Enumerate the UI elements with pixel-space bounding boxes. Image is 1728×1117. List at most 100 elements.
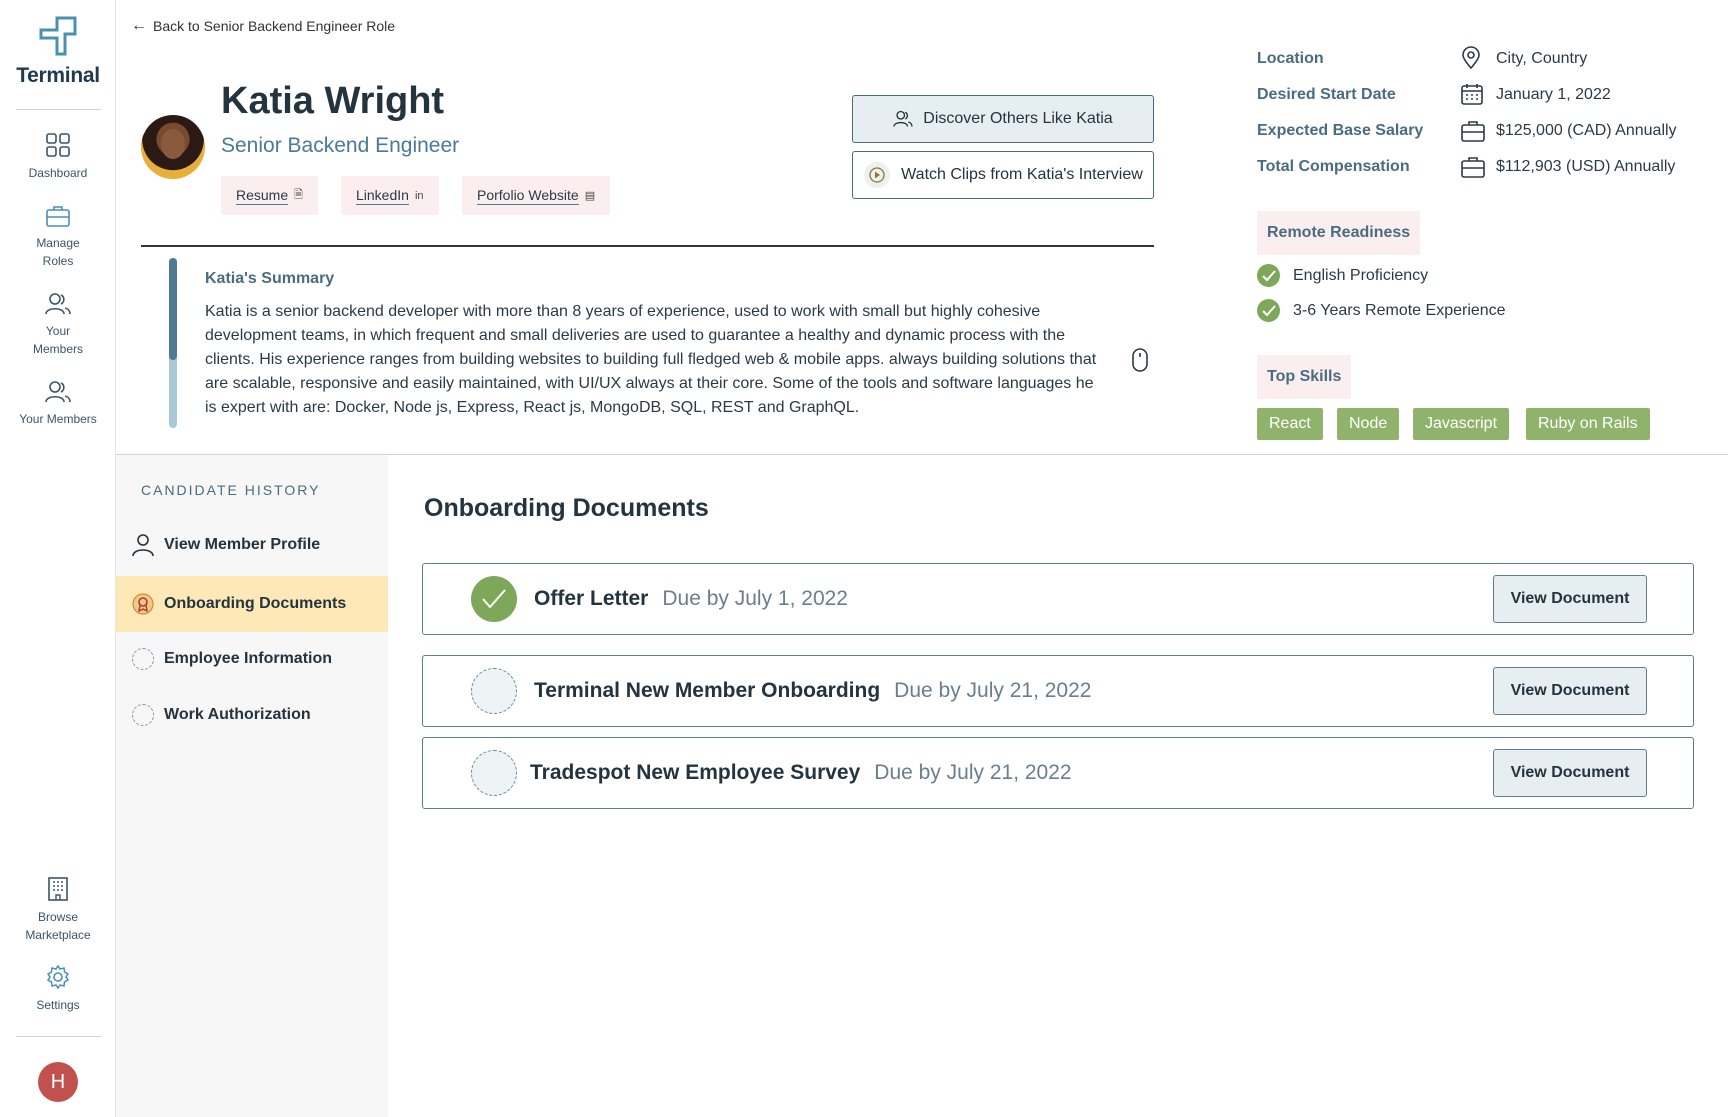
view-document-button[interactable]: View Document <box>1493 667 1647 715</box>
nav-your-members[interactable]: Your Members <box>0 292 116 358</box>
calendar-icon <box>1461 84 1483 105</box>
nav-your-members-label: Your Members <box>32 324 83 356</box>
document-name: Tradespot New Employee Survey Due by July… <box>530 761 1072 785</box>
document-due: Due by July 21, 2022 <box>874 761 1072 784</box>
document-icon: 🗎 <box>294 189 303 201</box>
nav-divider <box>16 109 101 110</box>
discover-others-label: Discover Others Like Katia <box>923 110 1113 127</box>
header-divider <box>141 245 1154 247</box>
candidate-name: Katia Wright <box>221 80 445 122</box>
skill-tag: Javascript <box>1413 408 1510 440</box>
watch-clips-label: Watch Clips from Katia's Interview <box>901 166 1143 183</box>
check-icon <box>471 576 517 622</box>
document-card: Tradespot New Employee Survey Due by July… <box>422 737 1694 809</box>
linkedin-icon: in <box>414 189 424 202</box>
history-item-label: Work Authorization <box>164 706 311 723</box>
users-icon <box>45 381 71 403</box>
discover-others-button[interactable]: Discover Others Like Katia <box>852 95 1154 143</box>
document-due: Due by July 21, 2022 <box>894 679 1092 702</box>
person-icon <box>132 533 154 557</box>
document-name-text: Terminal New Member Onboarding <box>534 679 881 702</box>
watch-clips-button[interactable]: Watch Clips from Katia's Interview <box>852 151 1154 199</box>
summary-text: Katia is a senior backend developer with… <box>205 303 1097 416</box>
terminal-logo-icon <box>39 16 77 56</box>
candidate-avatar <box>141 115 205 179</box>
history-item-onboarding-documents[interactable]: Onboarding Documents <box>116 576 388 632</box>
nav-manage-roles-label: Manage Roles <box>36 236 80 268</box>
location-value: City, Country <box>1496 50 1588 67</box>
history-item-label: Employee Information <box>164 650 333 667</box>
summary-title: Katia's Summary <box>205 270 335 287</box>
badge-icon <box>132 593 154 615</box>
location-pin-icon <box>1462 46 1480 70</box>
portfolio-link[interactable]: Porfolio Website ▤ <box>462 176 611 215</box>
document-name-text: Offer Letter <box>534 587 649 610</box>
document-card: Terminal New Member Onboarding Due by Jul… <box>422 655 1694 727</box>
briefcase-icon <box>46 206 70 227</box>
view-document-button[interactable]: View Document <box>1493 575 1647 623</box>
total-comp-label: Total Compensation <box>1257 158 1410 175</box>
base-salary-value: $125,000 (CAD) Annually <box>1496 122 1677 139</box>
nav-settings-label: Settings <box>36 998 80 1012</box>
dashboard-icon <box>46 133 70 157</box>
nav-browse-marketplace[interactable]: Browse Marketplace <box>0 876 116 944</box>
skill-tag: Node <box>1337 408 1400 440</box>
nav-browse-marketplace-label: Browse Marketplace <box>25 910 91 942</box>
play-icon <box>864 162 891 188</box>
gear-icon <box>46 964 70 990</box>
remote-readiness-title: Remote Readiness <box>1257 211 1421 255</box>
linkedin-link[interactable]: LinkedIn in <box>341 176 439 215</box>
history-item-work-authorization[interactable]: Work Authorization <box>116 687 388 743</box>
briefcase-icon <box>1461 157 1485 178</box>
nav-divider <box>16 1036 101 1037</box>
nav-your-members-2[interactable]: Your Members <box>0 380 116 428</box>
pending-circle-icon <box>132 648 154 670</box>
back-link[interactable]: ← Back to Senior Backend Engineer Role <box>131 17 395 35</box>
candidate-role: Senior Backend Engineer <box>221 134 460 157</box>
summary-scrollbar[interactable] <box>169 258 177 428</box>
back-link-label: Back to Senior Backend Engineer Role <box>153 18 396 34</box>
remote-item: English Proficiency <box>1257 264 1428 287</box>
document-card: Offer Letter Due by July 1, 2022 View Doc… <box>422 563 1694 635</box>
users-icon <box>893 110 913 127</box>
remote-item-label: 3-6 Years Remote Experience <box>1293 301 1506 319</box>
user-avatar[interactable]: H <box>38 1062 78 1102</box>
nav-dashboard[interactable]: Dashboard <box>0 132 116 182</box>
resume-link[interactable]: Resume 🗎 <box>221 176 318 215</box>
resume-link-label: Resume <box>236 186 289 205</box>
website-icon: ▤ <box>584 190 596 202</box>
location-label: Location <box>1257 50 1324 67</box>
check-icon <box>1257 299 1280 322</box>
pending-circle-icon <box>471 750 517 796</box>
candidate-history-panel: CANDIDATE HISTORY View Member Profile On… <box>116 455 388 1117</box>
document-due: Due by July 1, 2022 <box>662 587 848 610</box>
documents-title: Onboarding Documents <box>424 494 709 522</box>
pending-circle-icon <box>132 704 154 726</box>
building-icon <box>48 877 68 901</box>
remote-item-label: English Proficiency <box>1293 266 1429 284</box>
left-nav: Terminal Dashboard Manage Roles Your Mem… <box>0 0 116 1117</box>
users-icon <box>45 293 71 315</box>
check-icon <box>1257 264 1280 287</box>
start-date-label: Desired Start Date <box>1257 86 1396 103</box>
nav-dashboard-label: Dashboard <box>28 166 88 180</box>
portfolio-link-label: Porfolio Website <box>477 186 579 205</box>
linkedin-link-label: LinkedIn <box>356 186 409 205</box>
nav-your-members-2-label: Your Members <box>19 412 97 426</box>
skill-tag: Ruby on Rails <box>1526 408 1650 440</box>
history-item-view-profile[interactable]: View Member Profile <box>116 517 388 573</box>
brand-name: Terminal <box>16 64 100 87</box>
document-name: Terminal New Member Onboarding Due by Jul… <box>534 679 1091 703</box>
terminal-logo[interactable]: Terminal <box>0 14 116 88</box>
document-name-text: Tradespot New Employee Survey <box>530 761 861 784</box>
nav-settings[interactable]: Settings <box>0 964 116 1014</box>
history-item-label: View Member Profile <box>164 536 321 553</box>
candidate-history-title: CANDIDATE HISTORY <box>141 482 321 498</box>
view-document-button[interactable]: View Document <box>1493 749 1647 797</box>
history-item-employee-information[interactable]: Employee Information <box>116 631 388 687</box>
base-salary-label: Expected Base Salary <box>1257 122 1424 139</box>
nav-manage-roles[interactable]: Manage Roles <box>0 204 116 270</box>
briefcase-icon <box>1461 121 1485 142</box>
arrow-left-icon: ← <box>131 17 147 34</box>
mouse-scroll-icon <box>1132 348 1148 372</box>
